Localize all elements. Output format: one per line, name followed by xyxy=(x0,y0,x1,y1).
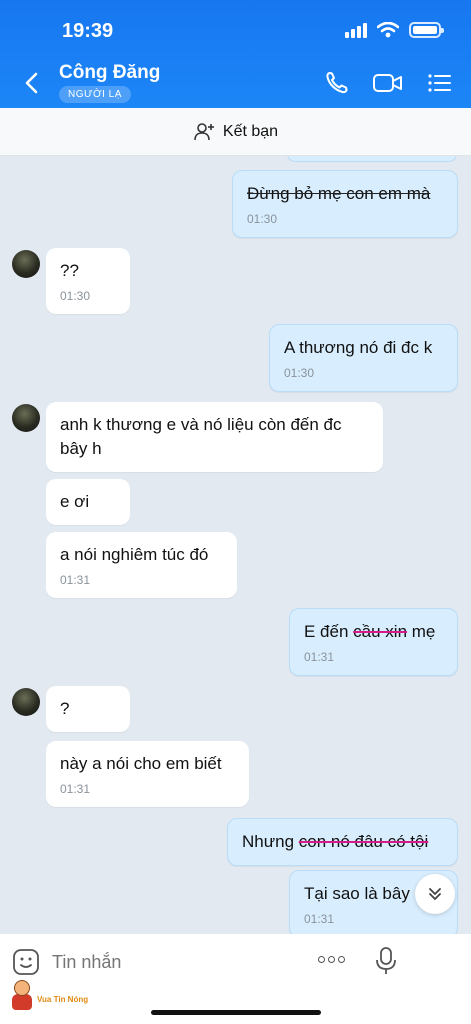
message-bubble-in[interactable]: e ơi xyxy=(46,479,130,525)
chat-header: 19:39 Công Đăng NGƯỜI LẠ xyxy=(0,0,471,108)
message-text: E đến cầu xin mẹ xyxy=(304,622,436,641)
add-friend-label: Kết bạn xyxy=(222,122,279,140)
sticker-icon[interactable] xyxy=(12,948,40,976)
message-text: e ơi xyxy=(60,492,90,511)
message-text: Nhưng con nó đâu có tội xyxy=(242,832,429,851)
message-bubble-in[interactable]: a nói nghiêm túc đó 01:31 xyxy=(46,532,237,598)
message-text: A thương nó đi đc k xyxy=(284,338,433,357)
avatar[interactable] xyxy=(12,250,40,278)
message-text: này a nói cho em biết xyxy=(60,754,222,773)
watermark-logo: Vua Tin Nóng xyxy=(10,980,88,1012)
message-bubble-in[interactable]: ? xyxy=(46,686,130,732)
message-bubble-out[interactable]: E đến cầu xin mẹ 01:31 xyxy=(289,608,458,676)
message-time: 01:31 xyxy=(304,912,335,926)
message-bubble-out[interactable]: Đừng bỏ mẹ con em mà 01:30 xyxy=(232,170,458,238)
message-text: ?? xyxy=(60,261,79,280)
microphone-icon[interactable] xyxy=(374,946,398,976)
mascot-icon xyxy=(10,980,34,1012)
message-list[interactable]: Đừng bỏ mẹ con em mà 01:30 ?? 01:30 A th… xyxy=(0,156,471,934)
contact-name[interactable]: Công Đăng xyxy=(59,62,160,84)
previous-message-bubble xyxy=(287,156,457,162)
message-time: 01:30 xyxy=(60,289,91,303)
more-options-icon[interactable] xyxy=(318,956,345,963)
message-time: 01:30 xyxy=(247,212,278,226)
message-bubble-out[interactable]: A thương nó đi đc k 01:30 xyxy=(269,324,458,392)
video-call-icon[interactable] xyxy=(372,68,404,98)
message-time: 01:30 xyxy=(284,366,315,380)
back-icon[interactable] xyxy=(20,68,44,98)
message-text: a nói nghiêm túc đó xyxy=(60,545,209,564)
watermark-text: Vua Tin Nóng xyxy=(37,995,89,1004)
double-chevron-down-icon xyxy=(429,888,441,900)
message-bubble-in[interactable]: này a nói cho em biết 01:31 xyxy=(46,741,249,807)
phone-icon[interactable] xyxy=(322,68,352,98)
add-friend-icon xyxy=(194,122,214,140)
message-time: 01:31 xyxy=(60,782,91,796)
message-time: 01:31 xyxy=(304,650,335,664)
message-text: ? xyxy=(60,699,70,718)
status-time: 19:39 xyxy=(62,20,114,42)
home-indicator xyxy=(151,1010,321,1015)
message-text: Tại sao là bây xyxy=(304,884,410,903)
message-time: 01:31 xyxy=(60,573,91,587)
scroll-to-bottom-button[interactable] xyxy=(415,874,455,914)
battery-icon xyxy=(409,22,444,38)
status-icons xyxy=(345,22,444,38)
message-input[interactable] xyxy=(52,948,292,976)
message-bubble-in[interactable]: anh k thương e và nó liệu còn đến đc bây… xyxy=(46,402,383,472)
menu-list-icon[interactable] xyxy=(424,68,454,98)
message-bubble-out[interactable]: Nhưng con nó đâu có tội xyxy=(227,818,458,866)
signal-icon xyxy=(345,22,367,38)
add-friend-button[interactable]: Kết bạn xyxy=(0,108,471,156)
message-text: anh k thương e và nó liệu còn đến đc bây… xyxy=(60,415,342,458)
message-bubble-in[interactable]: ?? 01:30 xyxy=(46,248,130,314)
avatar[interactable] xyxy=(12,404,40,432)
message-text: Đừng bỏ mẹ con em mà xyxy=(247,184,431,203)
avatar[interactable] xyxy=(12,688,40,716)
wifi-icon xyxy=(377,22,399,38)
stranger-badge: NGƯỜI LẠ xyxy=(59,86,131,103)
